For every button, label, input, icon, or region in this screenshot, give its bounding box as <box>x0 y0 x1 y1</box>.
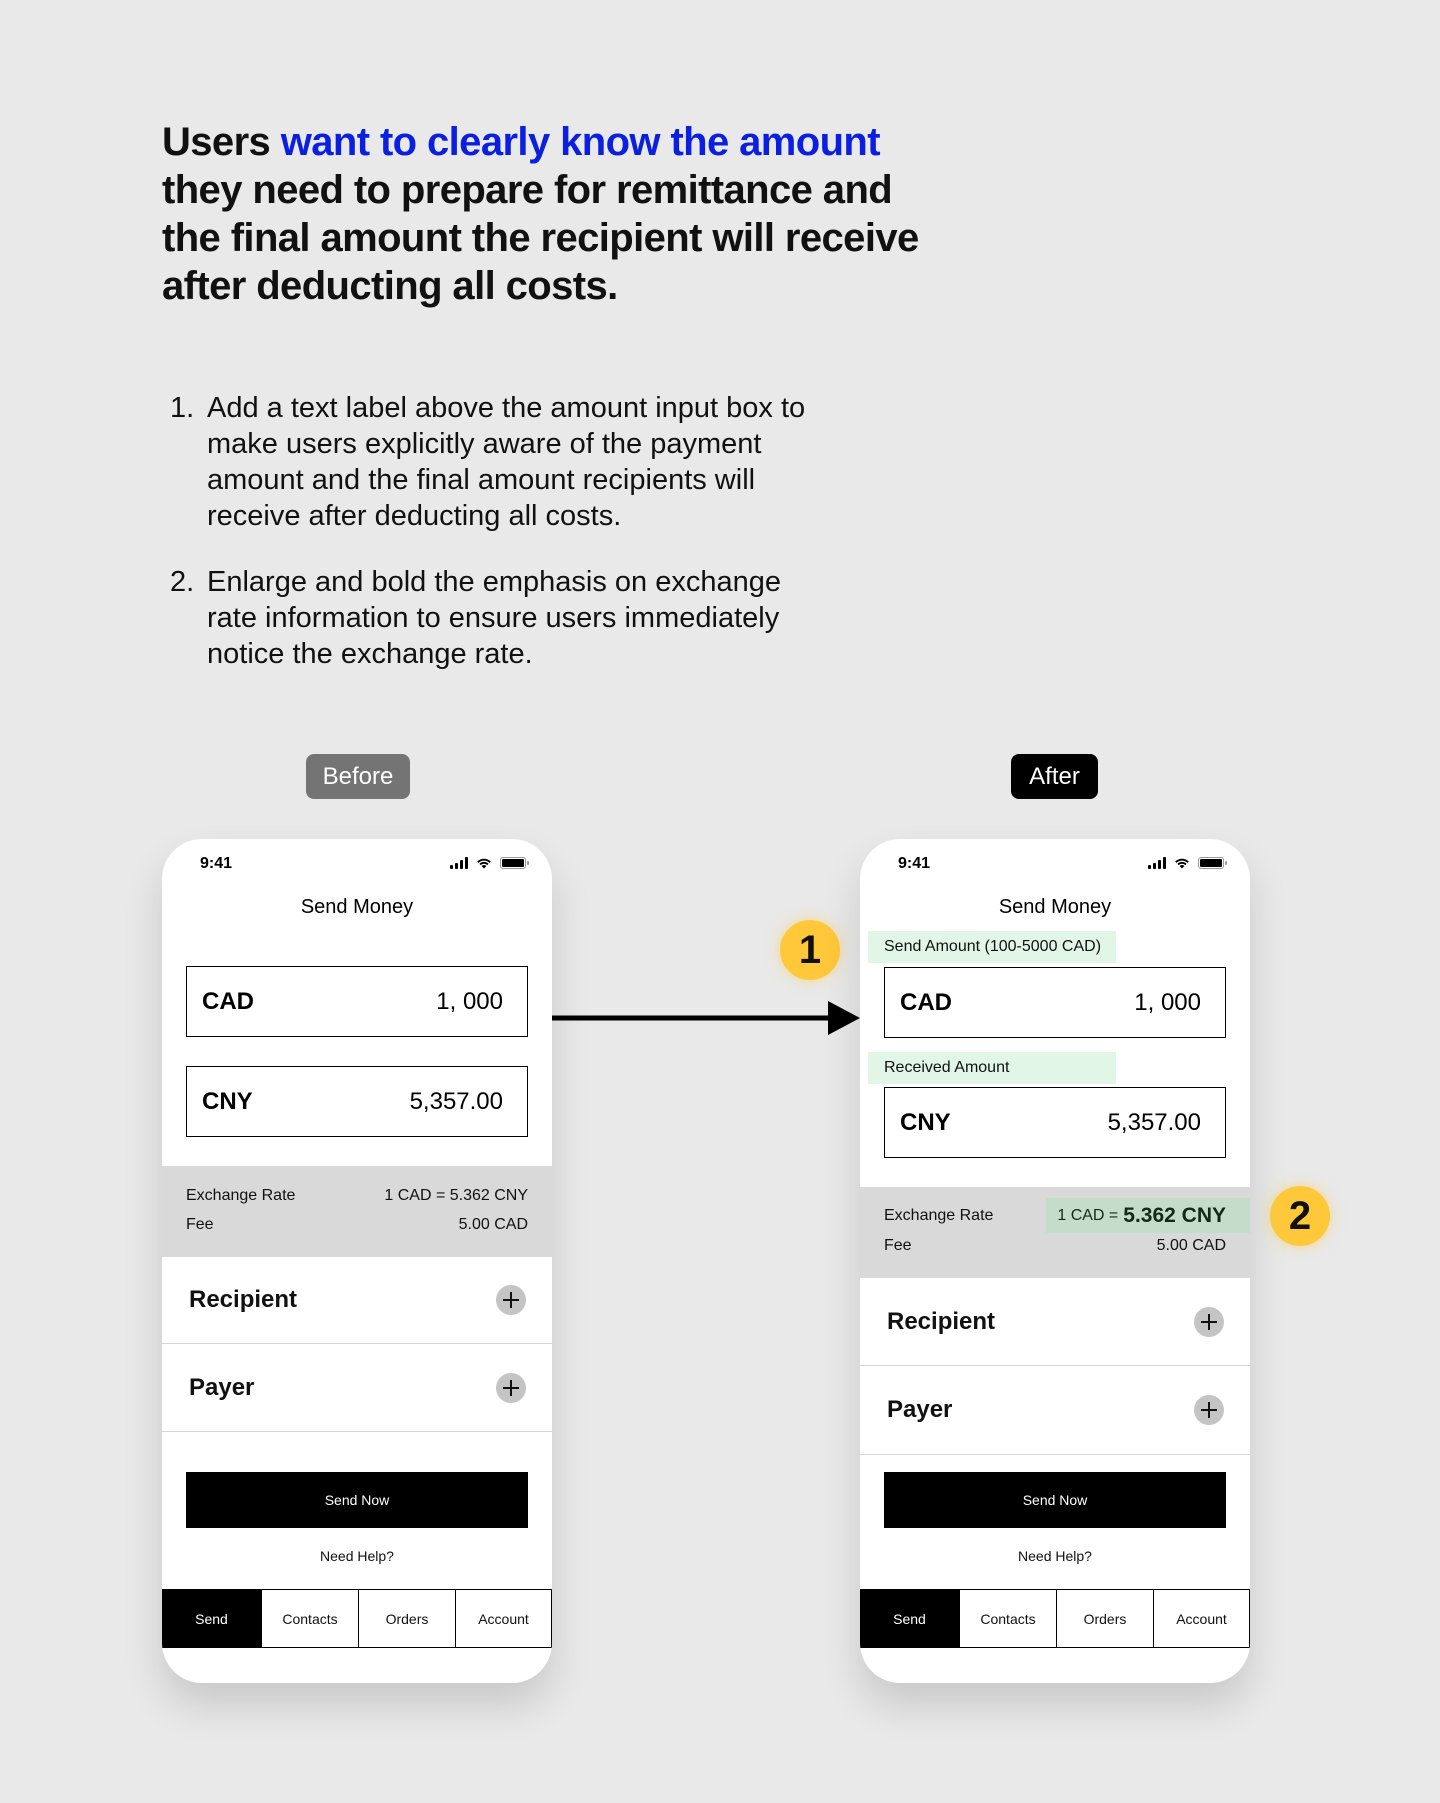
battery-icon <box>1198 857 1227 869</box>
fee-label: Fee <box>884 1237 912 1254</box>
payer-row[interactable]: Payer <box>162 1344 552 1432</box>
exchange-rate-row: Exchange Rate <box>884 1204 993 1228</box>
improvement-item: 2. Enlarge and bold the emphasis on excha… <box>170 564 830 672</box>
payer-label: Payer <box>189 1373 255 1401</box>
status-time: 9:41 <box>200 855 233 872</box>
need-help-link[interactable]: Need Help? <box>860 1548 1250 1564</box>
recipient-label: Recipient <box>189 1286 298 1313</box>
status-bar: 9:41 <box>162 853 552 875</box>
headline-highlight: want to clearly know the amount <box>280 120 881 164</box>
received-amount-label: Received Amount <box>868 1052 1116 1084</box>
send-now-button[interactable]: Send Now <box>884 1472 1226 1528</box>
exchange-rate-prefix: 1 CAD = <box>1057 1206 1119 1224</box>
tab-contacts[interactable]: Contacts <box>959 1590 1056 1647</box>
tab-send[interactable]: Send <box>860 1590 959 1647</box>
wifi-icon <box>477 858 491 869</box>
payer-row[interactable]: Payer <box>860 1366 1250 1455</box>
exchange-rate-highlight: 1 CAD = 5.362 CNY <box>1046 1198 1250 1233</box>
improvement-list: 1. Add a text label above the amount inpu… <box>170 390 830 702</box>
add-recipient-icon[interactable] <box>1194 1306 1224 1337</box>
fee-value: 5.00 CAD <box>1156 1237 1226 1254</box>
bottom-tab-bar: Send Contacts Orders Account <box>860 1589 1250 1648</box>
improvement-item: 1. Add a text label above the amount inpu… <box>170 390 830 534</box>
status-bar: 9:41 <box>860 853 1250 875</box>
exchange-rate-label: Exchange Rate <box>884 1207 994 1224</box>
receive-currency[interactable]: CNY <box>900 1109 951 1137</box>
receive-amount-input[interactable]: CNY 5,357.00 <box>884 1087 1226 1158</box>
annotation-badge-1: 1 <box>780 920 840 980</box>
tab-account[interactable]: Account <box>1153 1590 1250 1647</box>
recipient-label: Recipient <box>887 1307 996 1335</box>
item-number: 2. <box>170 566 195 598</box>
exchange-rate-emphasis: 5.362 CNY <box>1123 1203 1226 1227</box>
headline-suffix: they need to prepare for remittance and … <box>162 168 919 308</box>
item-text: Enlarge and bold the emphasis on exchang… <box>207 566 781 670</box>
tab-contacts[interactable]: Contacts <box>261 1590 358 1647</box>
screen-title: Send Money <box>998 896 1112 918</box>
send-now-button[interactable]: Send Now <box>186 1472 528 1528</box>
fee-row: Fee 5.00 CAD <box>186 1213 528 1237</box>
add-payer-icon[interactable] <box>1194 1395 1224 1425</box>
payer-label: Payer <box>887 1396 953 1423</box>
send-amount-label: Send Amount (100-5000 CAD) <box>868 931 1116 963</box>
exchange-rate-value: 1 CAD = 5.362 CNY <box>384 1187 528 1204</box>
receive-currency[interactable]: CNY <box>202 1088 253 1116</box>
need-help-link[interactable]: Need Help? <box>162 1548 552 1564</box>
status-time: 9:41 <box>898 855 931 872</box>
recipient-row[interactable]: Recipient <box>860 1278 1250 1366</box>
fee-row: Fee 5.00 CAD <box>884 1234 1226 1258</box>
recipient-row[interactable]: Recipient <box>162 1257 552 1344</box>
before-tag: Before <box>306 754 410 799</box>
status-icons <box>450 857 529 869</box>
item-number: 1. <box>170 392 195 424</box>
battery-icon <box>500 857 529 869</box>
after-phone-mockup: 9:41 Send Money Send Amount (100-5000 CA… <box>860 839 1250 1683</box>
screen-title: Send Money <box>300 896 414 918</box>
bottom-tab-bar: Send Contacts Orders Account <box>162 1589 552 1648</box>
wifi-icon <box>1175 858 1189 869</box>
send-currency[interactable]: CAD <box>202 988 254 1016</box>
send-currency[interactable]: CAD <box>900 989 952 1017</box>
arrow-right-icon <box>552 1001 860 1035</box>
send-amount-input[interactable]: CAD 1, 000 <box>884 967 1226 1038</box>
send-amount-input[interactable]: CAD 1, 000 <box>186 966 528 1037</box>
rate-panel: Exchange Rate 1 CAD = 5.362 CNY Fee 5.00… <box>162 1166 552 1257</box>
signal-icon <box>450 857 468 869</box>
receive-value: 5,357.00 <box>409 1087 503 1115</box>
tab-send[interactable]: Send <box>162 1590 261 1647</box>
headline: Users want to clearly know the amount th… <box>162 118 922 310</box>
add-recipient-icon[interactable] <box>496 1285 526 1315</box>
after-tag: After <box>1011 754 1098 799</box>
exchange-rate-label: Exchange Rate <box>186 1187 296 1204</box>
add-payer-icon[interactable] <box>496 1372 526 1403</box>
receive-amount-input[interactable]: CNY 5,357.00 <box>186 1066 528 1137</box>
send-value: 1, 000 <box>436 987 503 1015</box>
send-value: 1, 000 <box>1134 988 1201 1016</box>
tab-orders[interactable]: Orders <box>358 1590 455 1647</box>
annotation-badge-2: 2 <box>1270 1186 1330 1246</box>
tab-account[interactable]: Account <box>455 1590 552 1647</box>
headline-prefix: Users <box>162 120 281 164</box>
rate-panel: 1 CAD = 5.362 CNY Exchange Rate Fee 5.00… <box>860 1187 1250 1278</box>
item-text: Add a text label above the amount input … <box>207 392 806 532</box>
before-phone-mockup: 9:41 Send Money CAD 1, 000 CNY 5,357.00 … <box>162 839 552 1683</box>
fee-value: 5.00 CAD <box>458 1216 528 1233</box>
signal-icon <box>1148 857 1166 869</box>
fee-label: Fee <box>186 1216 214 1233</box>
exchange-rate-row: Exchange Rate 1 CAD = 5.362 CNY <box>186 1184 528 1208</box>
status-icons <box>1148 857 1227 869</box>
tab-orders[interactable]: Orders <box>1056 1590 1153 1647</box>
receive-value: 5,357.00 <box>1107 1108 1201 1136</box>
